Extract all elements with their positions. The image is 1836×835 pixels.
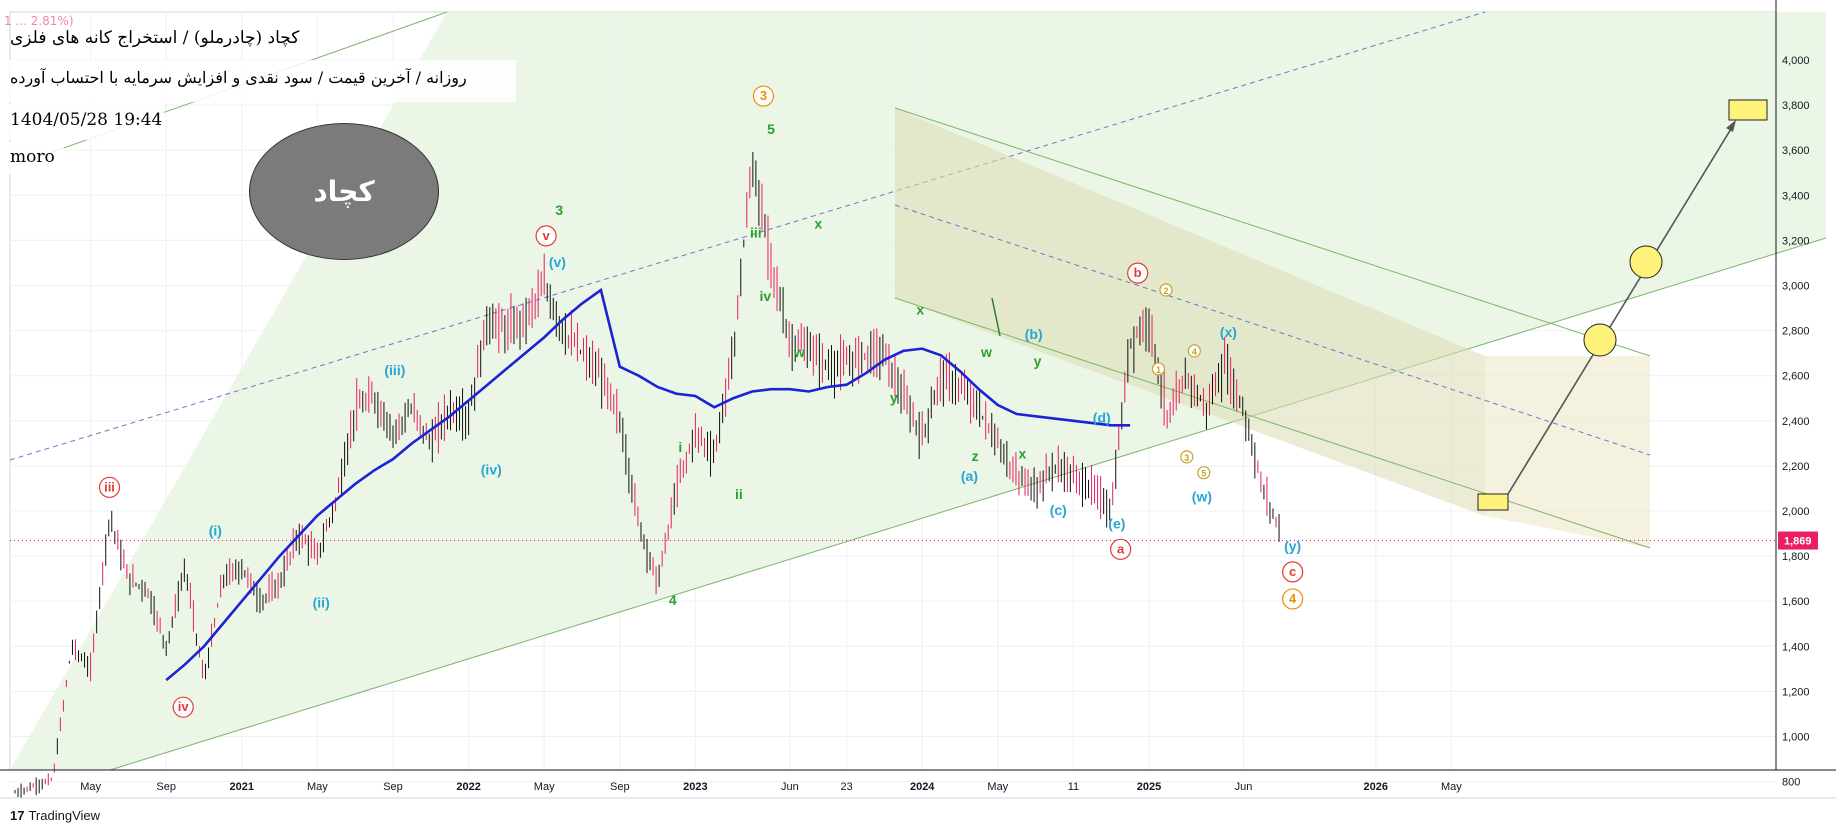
time-tick-label: May — [1441, 781, 1462, 793]
last-price-label: 1,869 — [1784, 536, 1812, 548]
price-tick-label: 3,400 — [1782, 190, 1810, 202]
price-tick-label: 1,000 — [1782, 732, 1810, 744]
wave-label-text: 5 — [767, 121, 775, 137]
tradingview-brand-name: TradingView — [28, 808, 101, 823]
spacer — [1485, 356, 1650, 548]
time-tick-label: May — [307, 781, 328, 793]
ticker-badge: کچاد — [249, 123, 439, 260]
tradingview-brand[interactable]: 17 TradingView — [10, 808, 100, 823]
price-tick-label: 3,800 — [1782, 100, 1810, 112]
time-tick-label: 2022 — [456, 781, 480, 793]
wave-label-text: ii — [735, 486, 743, 502]
price-tick-label: 2,000 — [1782, 506, 1810, 518]
time-tick-label: 23 — [840, 781, 852, 793]
time-tick-label: Jun — [1235, 781, 1253, 793]
time-tick-label: Sep — [156, 781, 176, 793]
tradingview-logo-icon: 17 — [10, 808, 25, 823]
wave-label-text: 3 — [1184, 453, 1189, 463]
wave-label-text: (iii) — [384, 362, 405, 378]
price-tick-label: 1,200 — [1782, 686, 1810, 698]
wave-label-text: 2 — [1164, 286, 1169, 296]
wave-label-text: (x) — [1220, 324, 1237, 340]
wave-label-text: 4 — [1289, 591, 1297, 606]
price-tick-label: 3,600 — [1782, 145, 1810, 157]
wave-label-text: c — [1289, 564, 1296, 579]
time-tick-label: 2021 — [230, 781, 254, 793]
price-tick-label: 1,800 — [1782, 551, 1810, 563]
price-tick-label: 1,400 — [1782, 641, 1810, 653]
time-tick-label: 2026 — [1364, 781, 1388, 793]
wave-label-text: 4 — [1192, 347, 1197, 357]
wave-label-text: 3 — [760, 88, 767, 103]
time-tick-label: Jun — [781, 781, 799, 793]
chart-date: 1404/05/28 19:44 — [10, 110, 163, 130]
wave-label-text: b — [1134, 265, 1142, 280]
price-tick-label: 2,600 — [1782, 371, 1810, 383]
wave-label-text: (d) — [1093, 410, 1111, 426]
time-tick-label: 2025 — [1137, 781, 1161, 793]
time-tick-label: 2024 — [910, 781, 935, 793]
time-tick-label: Sep — [610, 781, 630, 793]
price-chart[interactable]: iiiivvabc34(i)(ii)(iii)(iv)(v)(a)(b)(c)(… — [0, 0, 1836, 835]
price-tick-label: 2,200 — [1782, 461, 1810, 473]
chart-subtitle: روزانه / آخرین قیمت / سود نقدی و افزایش … — [10, 68, 467, 87]
price-tick-label: 3,200 — [1782, 235, 1810, 247]
wave-label-text: (y) — [1284, 538, 1301, 554]
wave-label-text: x — [1018, 446, 1026, 462]
time-tick-label: Sep — [383, 781, 403, 793]
wave-label-text: (ii) — [313, 594, 330, 610]
wave-label-text: (iv) — [481, 461, 502, 477]
price-tick-label: 4,000 — [1782, 55, 1810, 67]
wave-label-text: (i) — [209, 522, 222, 538]
wave-label-text: iii — [750, 225, 762, 241]
wave-label-text: 3 — [555, 202, 563, 218]
price-tick-label: 2,800 — [1782, 326, 1810, 338]
wave-label-text: x — [814, 216, 822, 232]
time-axis[interactable]: May Sep 2021 May Sep 2022 May Sep 2023 Jun 23 2024 M… — [0, 769, 1836, 799]
wave-label-text: y — [890, 389, 898, 405]
target-circle-top — [1629, 245, 1663, 279]
ticker-badge-text: کچاد — [313, 175, 375, 208]
wave-label-text: w — [980, 344, 992, 360]
price-tick-label: 3,000 — [1782, 281, 1810, 293]
wave-label-text: y — [1034, 353, 1042, 369]
wave-label-text: (w) — [1192, 488, 1212, 504]
channel-layer — [9, 11, 1827, 771]
wave-label-text: 1 — [1156, 365, 1161, 375]
wave-label-text: i — [678, 439, 682, 455]
author-name: moro — [10, 147, 55, 167]
wave-label-text: iv — [759, 288, 771, 304]
time-tick-label: May — [534, 781, 555, 793]
wave-label-text: v — [542, 228, 550, 243]
price-tick-label: 800 — [1782, 777, 1800, 789]
wave-label-text: (e) — [1108, 516, 1125, 532]
wave-label-text: z — [972, 448, 979, 464]
wave-label-text: (a) — [961, 468, 978, 484]
time-tick-label: May — [987, 781, 1008, 793]
symbol-title: کچاد (چادرملو) / استخراج کانه های فلزی — [10, 28, 300, 48]
wave-label-text: (b) — [1025, 326, 1043, 342]
target-box-high — [1728, 99, 1768, 121]
target-circle-mid — [1583, 323, 1617, 357]
wave-label-text: (v) — [549, 254, 566, 270]
price-tick-label: 2,400 — [1782, 416, 1810, 428]
wave-label-text: (c) — [1050, 502, 1067, 518]
time-tick-label: 2023 — [683, 781, 707, 793]
time-tick-label: May — [80, 781, 101, 793]
wave-label-text: 5 — [1201, 469, 1206, 479]
wave-label-text: 4 — [669, 592, 677, 608]
wave-label-text: iii — [104, 479, 115, 494]
wave-label-text: iv — [178, 699, 190, 714]
wave-label-text: x — [916, 301, 924, 317]
target-box-low — [1477, 493, 1509, 511]
time-tick-label: 11 — [1068, 781, 1079, 793]
wave-label-text: w — [793, 344, 805, 360]
ohlc-legend: 1 ... 2.81%) — [4, 14, 74, 28]
price-tick-label: 1,600 — [1782, 596, 1810, 608]
wave-label-text: a — [1117, 541, 1125, 556]
